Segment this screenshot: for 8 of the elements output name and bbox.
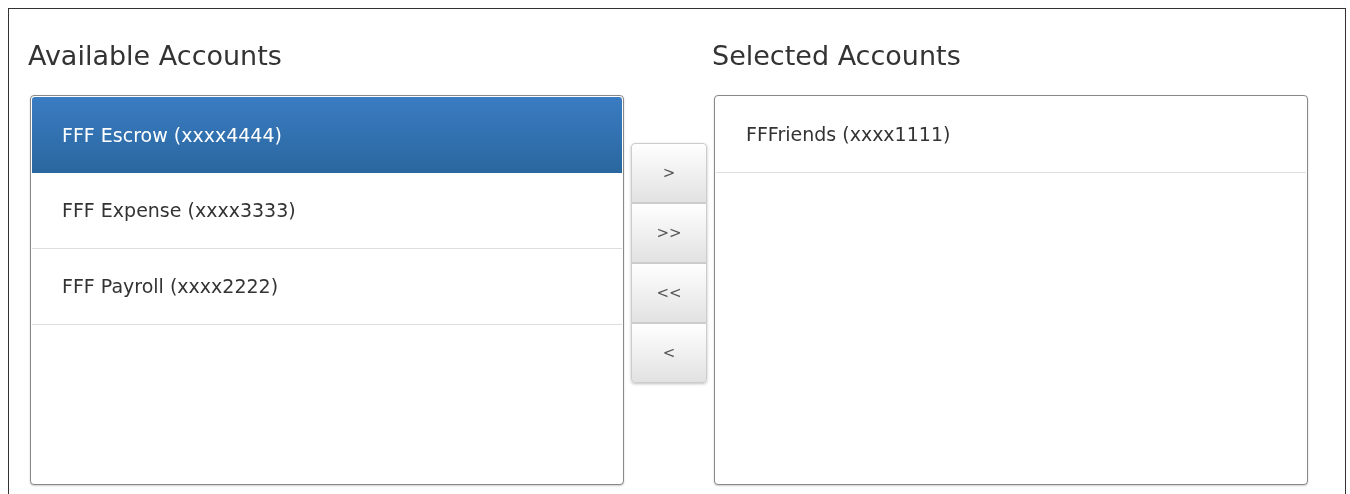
list-title: Available Accounts bbox=[28, 39, 282, 73]
move-button[interactable]: >> bbox=[631, 203, 707, 263]
account-item[interactable]: FFF Escrow (xxxx4444) bbox=[32, 97, 622, 173]
move-button[interactable]: < bbox=[631, 323, 707, 383]
account-item[interactable]: FFFriends (xxxx1111) bbox=[716, 97, 1306, 173]
move-button[interactable]: > bbox=[631, 143, 707, 203]
list-title: Selected Accounts bbox=[712, 39, 961, 73]
move-button[interactable]: << bbox=[631, 263, 707, 323]
